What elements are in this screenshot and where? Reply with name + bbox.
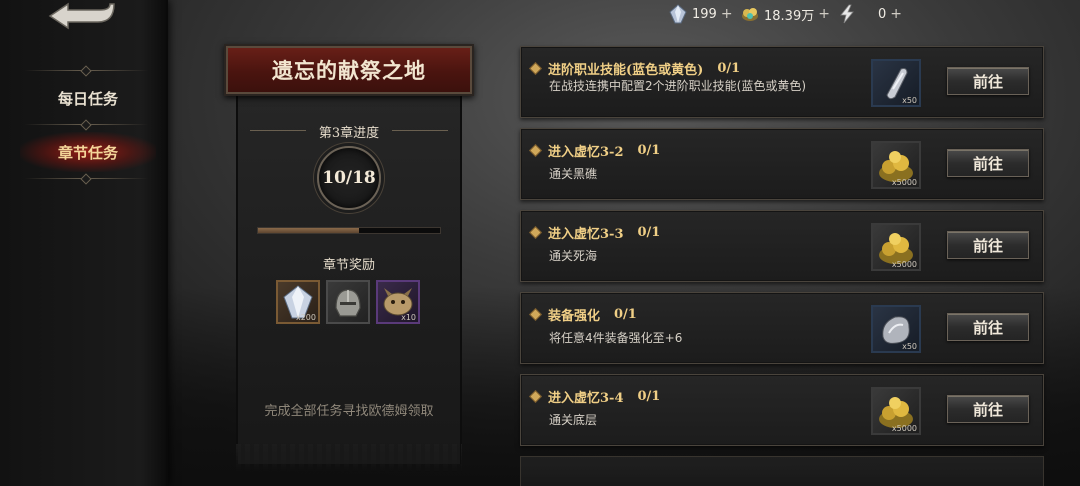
task-description: 在战技连携中配置2个进阶职业技能(蓝色或黄色) <box>549 79 806 93</box>
go-button[interactable]: 前往 <box>947 149 1029 177</box>
back-arrow-icon <box>48 2 115 30</box>
task-count: 0/1 <box>637 143 661 158</box>
task-diamond-icon <box>529 390 542 403</box>
resource-value: 18.39万 <box>764 8 815 24</box>
reward-item-crystal[interactable]: x200 <box>276 280 320 324</box>
lightning-icon <box>840 4 854 24</box>
chapter-progress-label: 第3章进度 <box>236 122 462 141</box>
sidebar-item-label: 章节任务 <box>57 143 118 162</box>
go-button[interactable]: 前往 <box>947 395 1029 423</box>
task-title: 进入虚忆3-2 <box>548 145 624 160</box>
task-title: 进入虚忆3-3 <box>548 227 624 242</box>
task-diamond-icon <box>529 62 542 75</box>
reward-qty: x5000 <box>891 178 917 187</box>
task-diamond-icon <box>529 144 542 157</box>
chapter-progress-counter: 10/18 <box>317 146 381 210</box>
sidebar-divider <box>24 70 148 71</box>
add-energy-button[interactable]: + <box>890 6 902 22</box>
chapter-hint-text: 完成全部任务寻找欧德姆领取 <box>264 404 434 419</box>
task-description: 通关底层 <box>549 413 598 427</box>
gold-coin-icon <box>742 8 758 21</box>
task-reward-item[interactable]: x50 <box>871 59 921 107</box>
task-count: 0/1 <box>717 61 741 76</box>
crystal-icon <box>669 4 687 24</box>
task-item: 进入虚忆3-4 0/1 通关底层 x5000 前往 <box>520 374 1044 446</box>
task-reward-item[interactable]: x50 <box>871 305 921 353</box>
task-item-partial <box>520 456 1044 486</box>
task-reward-item[interactable]: x5000 <box>871 387 921 435</box>
task-description: 通关黑礁 <box>549 167 598 181</box>
task-count: 0/1 <box>614 307 637 322</box>
chapter-progress-bar <box>257 227 441 234</box>
banner-fringe <box>236 444 462 472</box>
chapter-rewards-label: 章节奖励 <box>322 258 375 273</box>
task-item: 装备强化 0/1 将任意4件装备强化至+6 x50 前往 <box>520 292 1044 364</box>
reward-qty: x10 <box>401 313 416 322</box>
reward-item-beast-head[interactable]: x10 <box>376 280 420 324</box>
add-gold-button[interactable]: + <box>818 6 830 22</box>
task-description: 通关死海 <box>549 249 598 263</box>
task-count: 0/1 <box>637 225 661 240</box>
chapter-progress-fill <box>258 228 360 233</box>
sidebar-divider <box>24 124 148 125</box>
task-description: 将任意4件装备强化至+6 <box>549 331 683 345</box>
sidebar-item-chapter-tasks[interactable]: 章节任务 <box>20 132 156 172</box>
add-crystal-button[interactable]: + <box>721 6 733 22</box>
task-diamond-icon <box>529 226 542 239</box>
sidebar-divider <box>24 178 148 179</box>
sidebar-item-daily-tasks[interactable]: 每日任务 <box>20 78 156 118</box>
task-diamond-icon <box>529 308 542 321</box>
task-title: 装备强化 <box>548 309 601 324</box>
task-item: 进入虚忆3-2 0/1 通关黑礁 x5000 前往 <box>520 128 1044 200</box>
task-reward-item[interactable]: x5000 <box>871 141 921 189</box>
reward-qty: x200 <box>295 313 316 322</box>
task-title: 进入虚忆3-4 <box>548 391 624 406</box>
task-item: 进入虚忆3-3 0/1 通关死海 x5000 前往 <box>520 210 1044 282</box>
chapter-banner: 遗忘的献祭之地 第3章进度 10/18 章节奖励 x200 x10 完成全部任务… <box>224 44 474 472</box>
reward-qty: x5000 <box>891 424 917 433</box>
task-reward-item[interactable]: x5000 <box>871 223 921 271</box>
task-title: 进阶职业技能(蓝色或黄色) <box>548 63 704 78</box>
chapter-title: 遗忘的献祭之地 <box>224 44 474 96</box>
resource-value: 0 <box>878 6 887 22</box>
resource-crystal: 199 + <box>668 3 733 25</box>
task-count: 0/1 <box>637 389 661 404</box>
go-button[interactable]: 前往 <box>947 67 1029 95</box>
reward-item-helmet[interactable] <box>326 280 370 324</box>
reward-qty: x5000 <box>891 260 917 269</box>
task-item: 进阶职业技能(蓝色或黄色) 0/1 在战技连携中配置2个进阶职业技能(蓝色或黄色… <box>520 46 1044 118</box>
reward-qty: x50 <box>902 342 917 351</box>
chapter-reward-list: x200 x10 <box>276 280 426 326</box>
sidebar: 每日任务 章节任务 <box>0 0 168 486</box>
go-button[interactable]: 前往 <box>947 231 1029 259</box>
resource-gold: 18.39万 + <box>740 3 830 25</box>
sidebar-item-label: 每日任务 <box>57 89 118 108</box>
reward-qty: x50 <box>902 96 917 105</box>
go-button[interactable]: 前往 <box>947 313 1029 341</box>
helmet-icon <box>335 289 361 317</box>
resource-energy: 0 + <box>838 3 902 25</box>
resource-value: 199 <box>692 6 717 22</box>
back-button[interactable] <box>44 0 116 32</box>
